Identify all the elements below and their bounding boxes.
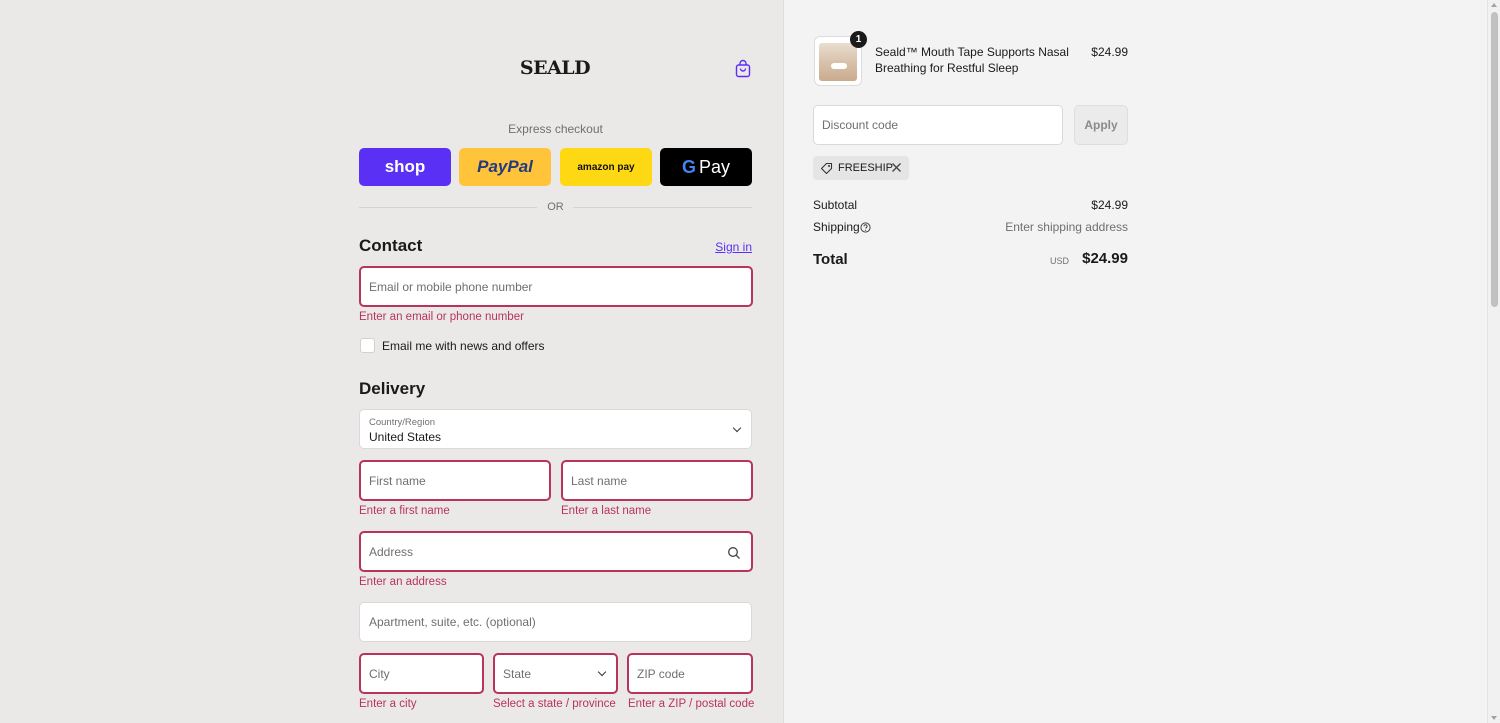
chevron-down-icon: [597, 667, 607, 677]
shopping-bag-icon[interactable]: [733, 59, 753, 79]
address-error: Enter an address: [359, 576, 447, 588]
contact-title: Contact: [359, 236, 423, 255]
discount-tag-label: FREESHIP: [838, 162, 894, 174]
last-name-placeholder: Last name: [571, 473, 628, 488]
amazon-pay-label: amazon pay: [577, 161, 635, 173]
city-placeholder: City: [369, 666, 390, 681]
mouth-tape-graphic: [831, 63, 847, 69]
email-placeholder: Email or mobile phone number: [369, 279, 533, 294]
address-placeholder: Address: [369, 544, 414, 559]
scroll-down-icon[interactable]: [1491, 716, 1497, 720]
address-field[interactable]: Address: [359, 531, 753, 572]
or-divider: OR: [359, 200, 752, 214]
city-error: Enter a city: [359, 698, 417, 710]
last-name-field[interactable]: Last name: [561, 460, 753, 501]
google-pay-label: Pay: [698, 156, 731, 177]
page-scrollbar[interactable]: [1487, 0, 1500, 723]
zip-placeholder: ZIP code: [637, 666, 685, 681]
paypal-button[interactable]: PayPal: [459, 148, 551, 186]
shipping-value: Enter shipping address: [1005, 220, 1128, 234]
express-checkout-label: Express checkout: [508, 122, 603, 136]
subtotal-label: Subtotal: [813, 198, 858, 212]
newsletter-checkbox[interactable]: [360, 338, 375, 353]
chevron-down-icon: [732, 423, 742, 433]
google-pay-button[interactable]: G Pay: [660, 148, 752, 186]
apartment-placeholder: Apartment, suite, etc. (optional): [369, 615, 536, 629]
search-icon: [728, 547, 740, 559]
total-value: $24.99: [1082, 250, 1128, 267]
state-placeholder: State: [503, 666, 532, 681]
delivery-title: Delivery: [359, 379, 426, 398]
last-name-error: Enter a last name: [561, 505, 652, 517]
country-label: Country/Region: [369, 417, 436, 428]
zip-error: Enter a ZIP / postal code: [628, 698, 755, 710]
email-error: Enter an email or phone number: [359, 311, 524, 323]
state-select[interactable]: State: [493, 653, 618, 694]
total-label: Total: [813, 251, 848, 268]
quantity-badge: 1: [850, 31, 867, 48]
product-name: Seald™ Mouth Tape Supports Nasal Breathi…: [875, 45, 1069, 75]
first-name-placeholder: First name: [369, 473, 426, 488]
or-label: OR: [547, 201, 564, 213]
state-error: Select a state / province: [493, 698, 616, 710]
product-image: [819, 43, 857, 81]
tag-icon: [820, 162, 833, 174]
country-select[interactable]: Country/Region United States: [359, 409, 752, 449]
country-value: United States: [369, 430, 442, 444]
shop-pay-button[interactable]: shop: [359, 148, 451, 186]
product-price: $24.99: [1091, 45, 1128, 59]
city-field[interactable]: City: [359, 653, 484, 694]
shop-pay-label: shop: [384, 157, 426, 176]
sign-in-link[interactable]: Sign in: [700, 240, 752, 254]
help-icon[interactable]: [860, 222, 871, 233]
discount-code-field[interactable]: Discount code: [813, 105, 1063, 145]
apply-discount-button[interactable]: Apply: [1074, 105, 1128, 145]
zip-field[interactable]: ZIP code: [627, 653, 753, 694]
discount-placeholder: Discount code: [822, 118, 899, 132]
amazon-pay-button[interactable]: amazon pay: [560, 148, 652, 186]
email-field[interactable]: Email or mobile phone number: [359, 266, 753, 307]
subtotal-value: $24.99: [1091, 198, 1128, 212]
store-logo[interactable]: SEALD: [505, 57, 605, 79]
shipping-label: Shipping: [813, 220, 860, 234]
google-g-icon: G: [681, 156, 696, 177]
paypal-label: PayPal: [477, 157, 533, 176]
scroll-up-icon[interactable]: [1491, 3, 1497, 7]
newsletter-label: Email me with news and offers: [382, 339, 545, 353]
first-name-error: Enter a first name: [359, 505, 450, 517]
apartment-field[interactable]: Apartment, suite, etc. (optional): [359, 602, 752, 642]
close-icon[interactable]: [891, 162, 902, 173]
discount-tag: FREESHIP: [813, 156, 909, 180]
scrollbar-thumb[interactable]: [1491, 12, 1498, 307]
checkout-main: SEALD Express checkout shop PayPal amazo…: [0, 0, 783, 723]
first-name-field[interactable]: First name: [359, 460, 551, 501]
total-currency: USD: [1050, 256, 1070, 266]
